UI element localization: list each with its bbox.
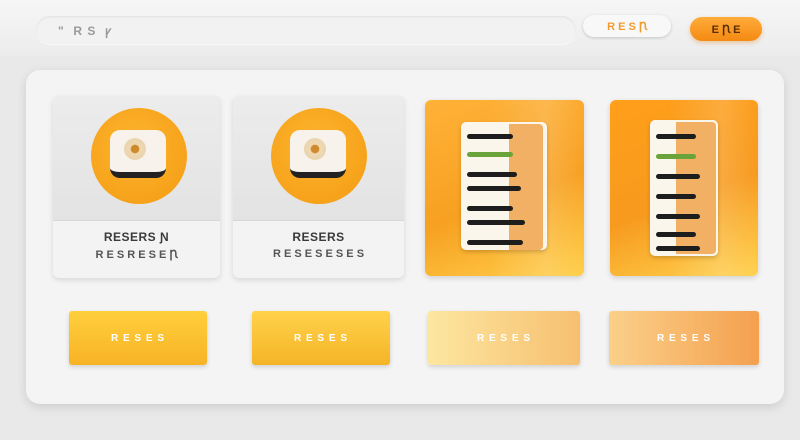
contact-card-1[interactable]: RESERS Ɲ R E S R E S E Ꞃ [53, 96, 220, 278]
primary-button[interactable]: E Ꞃ E [690, 17, 762, 41]
list-line [656, 214, 700, 219]
action-button-label: R E S E S [110, 332, 165, 344]
contact-card-2[interactable]: RESERS R E S E S E S E S [233, 96, 404, 278]
document-card-2[interactable] [610, 100, 758, 276]
card-divider [53, 220, 220, 221]
action-button-4[interactable]: R E S E S [609, 311, 759, 365]
telephone-badge [271, 108, 367, 204]
secondary-button[interactable]: R E S Ꞃ [583, 15, 671, 37]
card-divider [233, 220, 404, 221]
list-line [656, 194, 696, 199]
action-button-label: R E S E S [476, 332, 531, 344]
list-line [467, 134, 513, 139]
dial-icon [124, 138, 146, 160]
action-button-3[interactable]: R E S E S [428, 311, 580, 365]
list-line [467, 152, 513, 157]
list-line [467, 240, 523, 245]
list-line [467, 186, 521, 191]
telephone-icon [110, 130, 166, 178]
action-button-label: R E S E S [656, 332, 711, 344]
card-subtitle: R E S R E S E Ꞃ [95, 249, 178, 261]
action-button-1[interactable]: R E S E S [69, 311, 207, 365]
search-input[interactable]: " ⁠ R S ⁠ ꝩ [36, 16, 576, 44]
list-line [656, 232, 696, 237]
card-title: RESERS Ɲ [103, 230, 170, 244]
list-line [467, 172, 517, 177]
list-line [467, 220, 525, 225]
secondary-button-label: R E S Ꞃ [607, 20, 647, 33]
list-line [656, 174, 700, 179]
list-line [467, 206, 513, 211]
telephone-icon [290, 130, 346, 178]
card-subtitle: R E S E S E S E S [272, 248, 365, 260]
card-title: RESERS [292, 230, 345, 244]
list-line [656, 154, 696, 159]
search-text: " ⁠ R S ⁠ ꝩ [58, 23, 113, 38]
list-line [656, 134, 696, 139]
action-button-label: R E S E S [293, 332, 348, 344]
telephone-badge [91, 108, 187, 204]
list-line [656, 246, 700, 251]
action-button-2[interactable]: R E S E S [252, 311, 390, 365]
document-card-1[interactable] [425, 100, 584, 276]
dial-icon [304, 138, 326, 160]
primary-button-label: E Ꞃ E [711, 23, 741, 36]
